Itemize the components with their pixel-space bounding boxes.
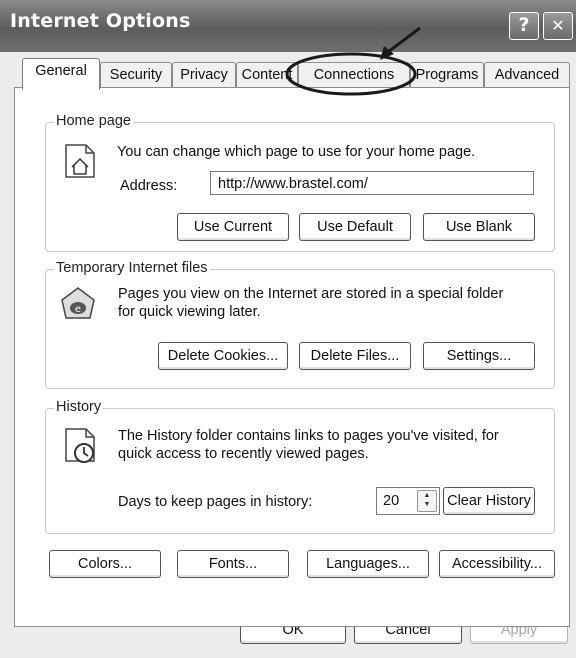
home-page-icon bbox=[65, 144, 95, 178]
temp-files-group: Temporary Internet files e Pages you vie… bbox=[45, 260, 555, 389]
temp-files-group-title: Temporary Internet files bbox=[54, 260, 210, 276]
history-group-title: History bbox=[54, 399, 104, 415]
colors-button[interactable]: Colors... bbox=[49, 550, 161, 578]
general-tab-panel: Home page You can change which page to u… bbox=[14, 87, 570, 627]
address-input[interactable]: http://www.brastel.com/ bbox=[210, 171, 534, 195]
dialog-body: General Security Privacy Content Connect… bbox=[8, 26, 576, 658]
history-description-1: The History folder contains links to pag… bbox=[118, 428, 499, 444]
tab-privacy[interactable]: Privacy bbox=[172, 62, 236, 88]
delete-files-button[interactable]: Delete Files... bbox=[299, 342, 411, 370]
home-page-group: Home page You can change which page to u… bbox=[45, 113, 555, 252]
use-blank-button[interactable]: Use Blank bbox=[423, 213, 535, 241]
fonts-button[interactable]: Fonts... bbox=[177, 550, 289, 578]
close-button[interactable]: ✕ bbox=[543, 12, 573, 40]
history-description-2: quick access to recently viewed pages. bbox=[118, 446, 369, 462]
help-button[interactable]: ? bbox=[509, 12, 539, 40]
temp-files-icon: e bbox=[61, 287, 95, 319]
spinner-arrows-icon[interactable]: ▲ ▼ bbox=[417, 490, 437, 512]
history-group: History The History folder contains link… bbox=[45, 399, 555, 534]
history-icon bbox=[65, 428, 95, 463]
tab-security[interactable]: Security bbox=[100, 62, 172, 88]
use-default-button[interactable]: Use Default bbox=[299, 213, 411, 241]
tab-general[interactable]: General bbox=[22, 58, 100, 90]
internet-options-window: Internet Options ? ✕ General Security Pr… bbox=[0, 0, 576, 658]
temp-files-description-1: Pages you view on the Internet are store… bbox=[118, 286, 504, 302]
languages-button[interactable]: Languages... bbox=[307, 550, 429, 578]
settings-button[interactable]: Settings... bbox=[423, 342, 535, 370]
home-page-description: You can change which page to use for you… bbox=[117, 144, 476, 160]
tab-programs[interactable]: Programs bbox=[410, 62, 484, 88]
temp-files-description-2: for quick viewing later. bbox=[118, 304, 261, 320]
days-spinner[interactable]: 20 ▲ ▼ bbox=[376, 487, 440, 515]
home-page-group-title: Home page bbox=[54, 113, 133, 129]
tab-content[interactable]: Content bbox=[236, 62, 298, 88]
days-label: Days to keep pages in history: bbox=[118, 494, 313, 510]
use-current-button[interactable]: Use Current bbox=[177, 213, 289, 241]
window-title: Internet Options bbox=[10, 10, 191, 32]
accessibility-button[interactable]: Accessibility... bbox=[439, 550, 555, 578]
tab-advanced[interactable]: Advanced bbox=[484, 62, 570, 88]
address-label: Address: bbox=[120, 178, 178, 194]
delete-cookies-button[interactable]: Delete Cookies... bbox=[158, 342, 288, 370]
clear-history-button[interactable]: Clear History bbox=[443, 487, 535, 515]
days-value[interactable]: 20 bbox=[383, 488, 399, 514]
svg-text:e: e bbox=[75, 304, 81, 315]
tab-connections[interactable]: Connections bbox=[298, 62, 410, 88]
title-bar[interactable]: Internet Options ? ✕ bbox=[0, 0, 576, 52]
